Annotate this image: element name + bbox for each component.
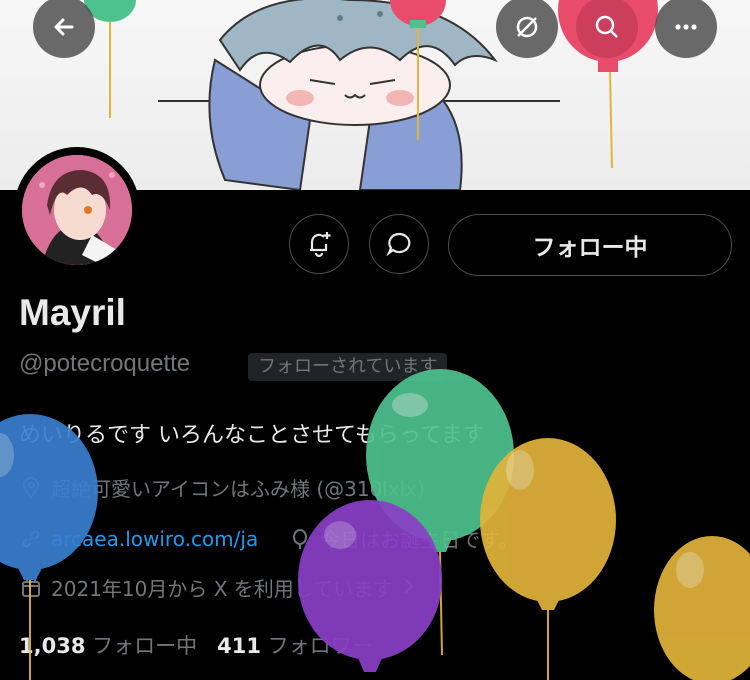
joined-row[interactable]: 2021年10月から X を利用しています	[19, 573, 415, 602]
display-name: Mayril	[19, 292, 126, 333]
following-button-label: フォロー中	[532, 235, 648, 261]
search-icon	[595, 15, 618, 38]
location-text: 超絶可愛いアイコンはふみ様 (@310lxlx)	[51, 477, 425, 501]
website-link[interactable]: arcaea.lowiro.com/ja	[51, 527, 258, 551]
notify-button[interactable]	[289, 214, 349, 274]
birthday-text: 今日はお誕生日です。	[320, 528, 519, 552]
website-row: arcaea.lowiro.com/ja 今日はお誕生日です。	[19, 524, 518, 553]
bio: めいりるです いろんなことさせてもらってます	[19, 423, 485, 448]
following-label: フォロー中	[92, 634, 198, 658]
chevron-right-icon	[403, 576, 415, 600]
location-row: 超絶可愛いアイコンはふみ様 (@310lxlx)	[19, 473, 425, 502]
balloon-yellow-right	[654, 536, 750, 680]
follow-counts: 1,038 フォロー中 411 フォロワー	[19, 630, 373, 660]
message-icon	[386, 232, 411, 257]
follows-you-badge: フォローされています	[248, 353, 448, 381]
followers-count: 411	[217, 634, 261, 658]
calendar-icon	[19, 576, 43, 600]
message-button[interactable]	[369, 214, 429, 274]
bell-plus-icon	[310, 232, 331, 258]
avatar[interactable]	[14, 147, 140, 273]
balloon-green	[366, 369, 514, 656]
following-count: 1,038	[19, 634, 86, 658]
avatar-image	[22, 155, 132, 265]
following-button[interactable]: フォロー中	[448, 214, 732, 276]
following-link[interactable]: 1,038 フォロー中	[19, 634, 197, 658]
joined-text: 2021年10月から X を利用しています	[51, 577, 394, 601]
more-icon	[675, 24, 697, 30]
balloon-yellow	[480, 438, 616, 680]
back-arrow-icon	[54, 18, 74, 36]
followers-label: フォロワー	[267, 634, 373, 658]
eye-off-icon	[516, 16, 538, 38]
link-icon	[19, 527, 43, 551]
handle: @potecroquette	[19, 350, 191, 377]
followers-link[interactable]: 411 フォロワー	[217, 634, 373, 658]
location-pin-icon	[19, 476, 43, 500]
balloon-icon	[288, 527, 312, 551]
